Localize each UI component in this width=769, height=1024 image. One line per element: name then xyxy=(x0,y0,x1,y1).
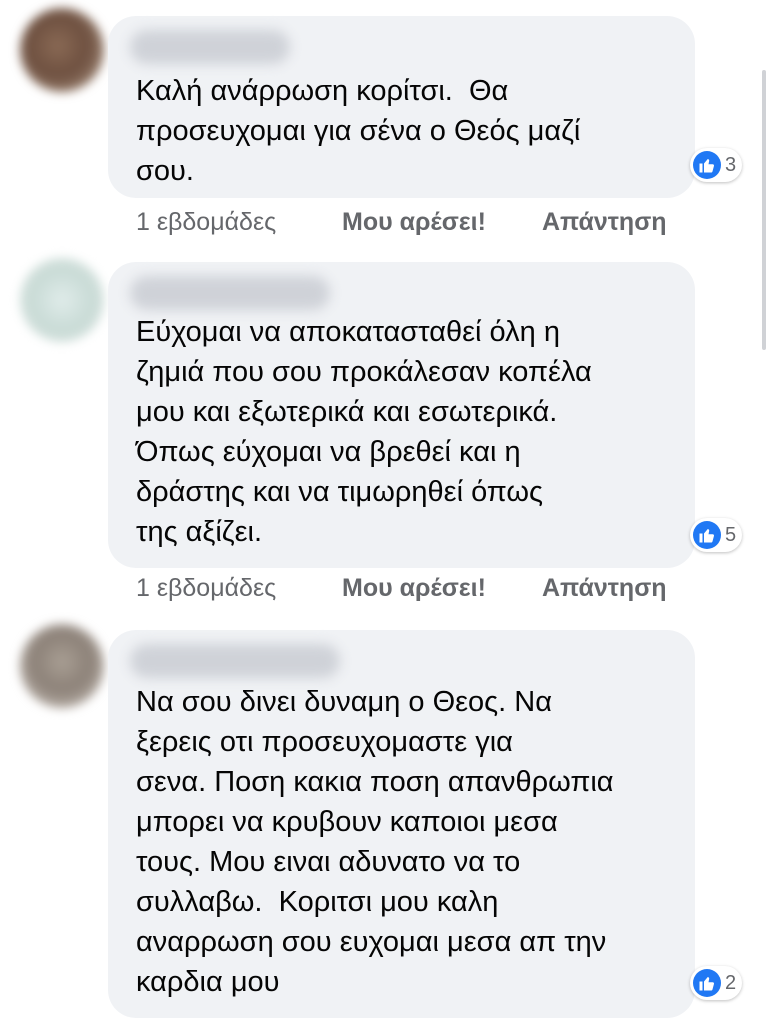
author-name-redacted[interactable] xyxy=(130,644,340,678)
comment-bubble: Να σου δινει δυναμη ο Θεος. Να ξερεις οτ… xyxy=(108,630,695,1018)
comment-bubble: Καλή ανάρρωση κορίτσι. Θα προσευχομαι γι… xyxy=(108,16,695,198)
like-icon xyxy=(693,151,721,179)
timestamp[interactable]: 1 εβδομάδες xyxy=(136,208,342,237)
comment-text: Καλή ανάρρωση κορίτσι. Θα προσευχομαι γι… xyxy=(136,75,581,187)
like-icon xyxy=(693,969,721,997)
reply-button[interactable]: Απάντηση xyxy=(542,208,667,237)
reaction-count: 5 xyxy=(725,523,737,546)
reaction-count-badge[interactable]: 5 xyxy=(690,518,743,552)
comment-text: Εύχομαι να αποκατασταθεί όλη η ζημιά που… xyxy=(136,316,592,548)
comment-actions: 1 εβδομάδες Μου αρέσει! Απάντηση xyxy=(136,568,667,608)
like-icon xyxy=(693,521,721,549)
reaction-count-badge[interactable]: 3 xyxy=(690,148,743,182)
timestamp[interactable]: 1 εβδομάδες xyxy=(136,574,342,603)
author-name-redacted[interactable] xyxy=(130,276,330,310)
comment-bubble: Εύχομαι να αποκατασταθεί όλη η ζημιά που… xyxy=(108,262,695,568)
avatar[interactable] xyxy=(20,624,104,708)
reply-button[interactable]: Απάντηση xyxy=(542,574,667,603)
comment-text: Να σου δινει δυναμη ο Θεος. Να ξερεις οτ… xyxy=(136,686,614,998)
scrollbar[interactable] xyxy=(762,70,766,350)
reaction-count-badge[interactable]: 2 xyxy=(690,966,743,1000)
avatar[interactable] xyxy=(20,258,104,342)
author-name-redacted[interactable] xyxy=(130,30,290,64)
avatar[interactable] xyxy=(20,8,104,92)
reaction-count: 2 xyxy=(725,971,737,994)
comment-actions: 1 εβδομάδες Μου αρέσει! Απάντηση xyxy=(136,202,667,242)
like-button[interactable]: Μου αρέσει! xyxy=(342,208,542,237)
reaction-count: 3 xyxy=(725,153,737,176)
like-button[interactable]: Μου αρέσει! xyxy=(342,574,542,603)
